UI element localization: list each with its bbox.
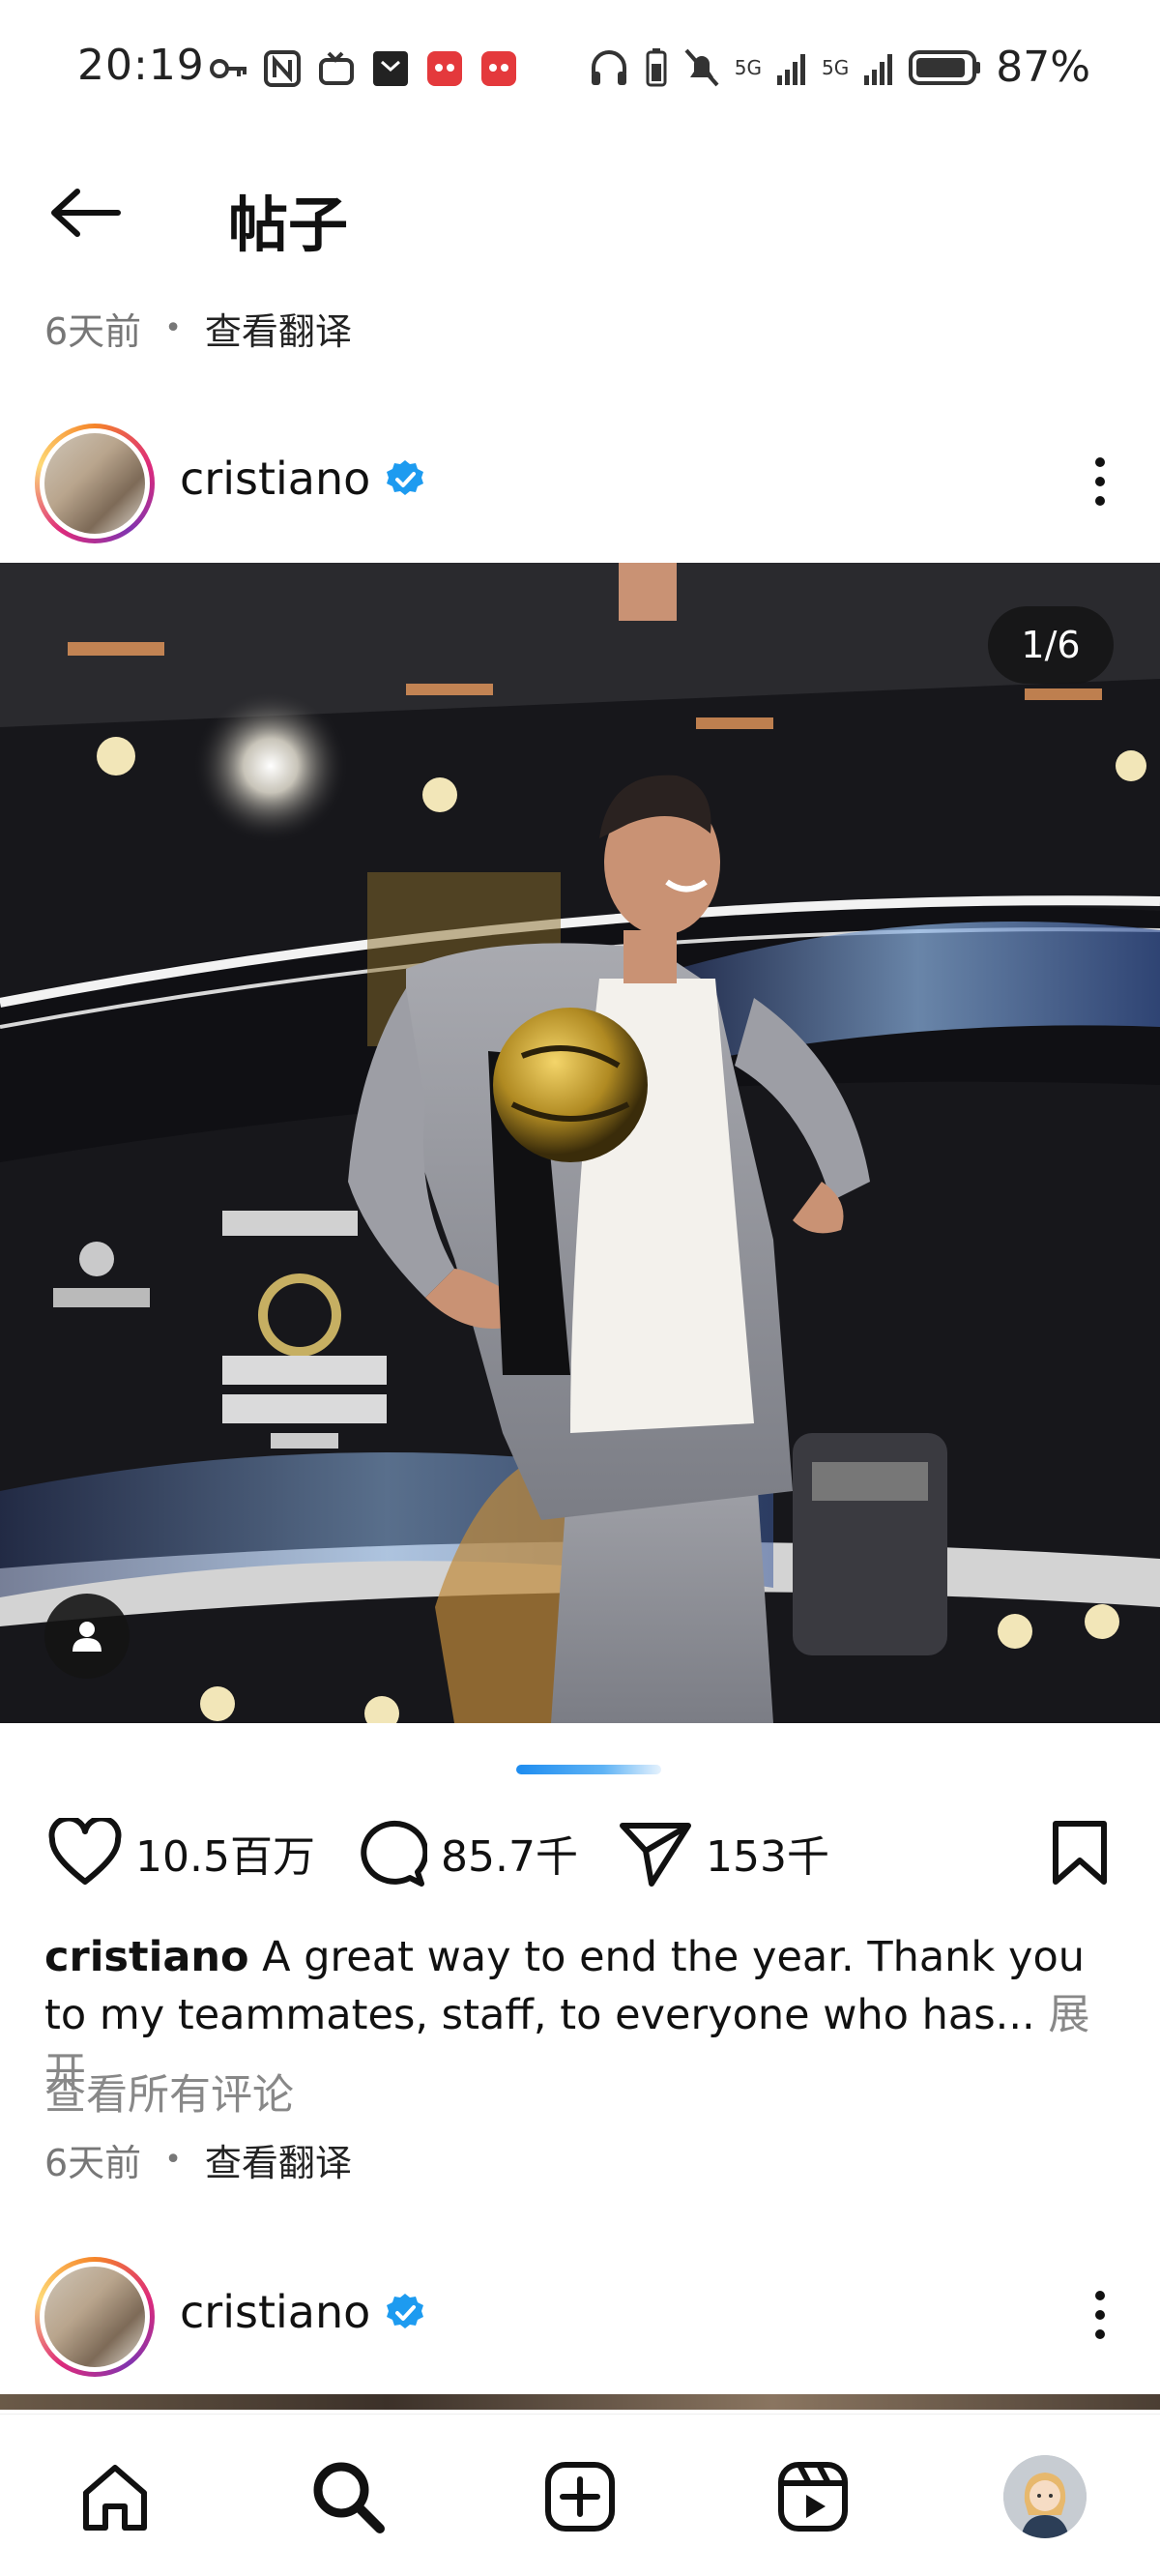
network-label-1: 5G <box>734 55 762 79</box>
carousel-counter: 1/6 <box>988 606 1114 684</box>
author-username[interactable]: cristiano <box>180 2286 370 2338</box>
post-header: cristiano <box>0 418 1160 543</box>
heart-icon[interactable] <box>48 1818 122 1888</box>
network-label-2: 5G <box>821 55 850 79</box>
share-count[interactable]: 153千 <box>706 1822 829 1884</box>
jd-app-icon <box>427 51 462 86</box>
send-icon[interactable] <box>619 1818 692 1888</box>
key-icon <box>210 59 246 78</box>
status-bar: 20:19 5G 5G 87% <box>0 0 1160 145</box>
headphones-icon <box>591 49 626 85</box>
profile-avatar-icon <box>1003 2455 1087 2538</box>
like-action[interactable]: 10.5百万 <box>48 1818 315 1888</box>
post-image[interactable]: 1/6 <box>0 563 1160 1723</box>
mute-bell-icon <box>684 48 719 86</box>
nfc-icon <box>264 50 301 87</box>
separator-dot: • <box>164 2143 182 2177</box>
view-all-comments-link[interactable]: 查看所有评论 <box>44 2062 294 2122</box>
comment-count[interactable]: 85.7千 <box>441 1822 578 1884</box>
carousel-indicator <box>516 1765 661 1774</box>
signal-icon <box>776 53 805 85</box>
verified-badge-icon <box>387 460 423 495</box>
next-post-header: cristiano <box>0 2251 1160 2377</box>
jd-app-icon-2 <box>481 51 516 86</box>
post-actions: 10.5百万 85.7千 153千 <box>0 1818 1160 1905</box>
search-icon[interactable] <box>310 2459 386 2534</box>
previous-post-meta: 6天前 • 查看翻译 <box>44 302 352 355</box>
nav-home[interactable] <box>72 2453 159 2540</box>
nav-search[interactable] <box>304 2453 392 2540</box>
profile-avatar[interactable] <box>1003 2455 1087 2538</box>
tv-app-icon <box>319 51 354 85</box>
more-options-icon[interactable] <box>1088 2286 1112 2344</box>
status-system-icons: 5G 5G 87% <box>588 43 1090 92</box>
nav-profile[interactable] <box>1001 2453 1088 2540</box>
author-username[interactable]: cristiano <box>180 453 370 505</box>
tagged-people-button[interactable] <box>44 1594 130 1679</box>
reels-icon[interactable] <box>776 2460 850 2533</box>
see-translation-link[interactable]: 查看翻译 <box>205 302 352 355</box>
battery-percent: 87% <box>996 43 1090 92</box>
page-title: 帖子 <box>228 190 349 260</box>
bottom-navigation <box>0 2414 1160 2576</box>
status-time: 20:19 <box>77 41 205 90</box>
next-post-image[interactable] <box>0 2394 1160 2410</box>
like-count[interactable]: 10.5百万 <box>135 1822 315 1884</box>
nav-create[interactable] <box>536 2453 624 2540</box>
more-options-icon[interactable] <box>1088 453 1112 511</box>
author-avatar[interactable] <box>35 2257 155 2377</box>
see-translation-link[interactable]: 查看翻译 <box>205 2133 352 2186</box>
top-app-bar: 帖子 <box>0 164 1160 261</box>
post-time: 6天前 <box>44 310 142 353</box>
separator-dot: • <box>164 311 182 345</box>
comment-action[interactable]: 85.7千 <box>354 1818 578 1888</box>
nav-reels[interactable] <box>769 2453 856 2540</box>
signal-icon-2 <box>864 53 893 85</box>
battery-icon <box>909 49 981 85</box>
status-notification-icons <box>208 48 519 89</box>
post-meta: 6天前 • 查看翻译 <box>44 2133 352 2186</box>
back-arrow-icon[interactable] <box>46 184 124 242</box>
author-avatar[interactable] <box>35 424 155 543</box>
bookmark-icon[interactable] <box>1050 1820 1110 1888</box>
home-icon[interactable] <box>78 2460 152 2533</box>
create-post-icon[interactable] <box>543 2460 617 2533</box>
post-photo <box>0 563 1160 1723</box>
app-notification-icon <box>373 51 408 86</box>
verified-badge-icon <box>387 2294 423 2328</box>
battery-saver-icon <box>646 47 667 86</box>
comment-bubble-icon[interactable] <box>354 1818 427 1888</box>
person-tag-icon <box>72 1622 102 1652</box>
share-action[interactable]: 153千 <box>619 1818 829 1888</box>
caption-username[interactable]: cristiano <box>44 1933 249 1981</box>
post-time: 6天前 <box>44 2142 142 2184</box>
